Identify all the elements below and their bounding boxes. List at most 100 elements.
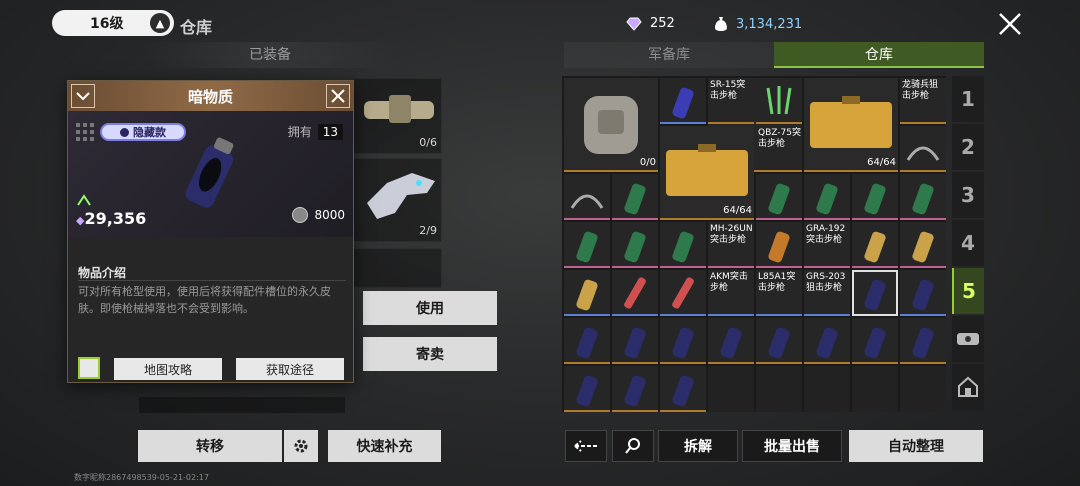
inventory-item[interactable] — [612, 366, 658, 412]
inventory-item-sr15[interactable]: SR-15突击步枪 — [708, 78, 754, 124]
inventory-item-akm[interactable]: AKM突击步枪 — [708, 270, 754, 316]
inventory-item[interactable] — [756, 174, 802, 220]
item-label: MH-26UN突击步枪 — [710, 224, 753, 245]
inventory-item-cable[interactable] — [900, 126, 946, 172]
auto-sort-button[interactable]: 自动整理 — [849, 430, 983, 462]
equip-slot-empty[interactable] — [352, 248, 442, 288]
inventory-item[interactable] — [804, 174, 850, 220]
inventory-item[interactable] — [660, 366, 706, 412]
rarity-badge: 隐藏款 — [100, 123, 186, 141]
quick-refill-button[interactable]: 快速补充 — [328, 430, 441, 462]
divider — [78, 280, 346, 281]
spray-can-icon — [672, 87, 694, 119]
side-tab-5[interactable]: 5 — [952, 268, 984, 314]
spray-can-icon — [768, 327, 790, 359]
inventory-item-qbz[interactable]: QBZ-75突击步枪 — [756, 126, 802, 172]
consign-button[interactable]: 寄卖 — [363, 337, 497, 371]
inventory-item[interactable] — [852, 222, 898, 268]
tab-armory[interactable]: 军备库 — [564, 42, 774, 68]
inventory-item-gold-case[interactable]: 64/64 — [804, 78, 898, 172]
inventory-item[interactable] — [612, 270, 658, 316]
popup-header: 暗物质 — [68, 81, 353, 111]
inventory-item[interactable] — [612, 174, 658, 220]
owned-count: 拥有 13 — [288, 123, 343, 140]
inventory-item-grs203[interactable]: GRS-203狙击步枪 — [804, 270, 850, 316]
inventory-item[interactable] — [900, 318, 946, 364]
inventory-item-gra192[interactable]: GRA-192突击步枪 — [804, 222, 850, 268]
spray-can-icon — [624, 327, 646, 359]
equip-slot-pet[interactable]: 2/9 — [352, 158, 442, 242]
empty-slot[interactable] — [852, 366, 898, 412]
sell-value: 8000 — [292, 207, 345, 223]
level-badge[interactable]: 16级 ▲ — [52, 10, 174, 36]
gear-button[interactable] — [284, 430, 318, 462]
side-tab-3[interactable]: 3 — [952, 172, 984, 218]
inventory-item-pins[interactable] — [756, 78, 802, 124]
inventory-item[interactable] — [564, 222, 610, 268]
owned-label: 拥有 — [287, 125, 312, 139]
inventory-item[interactable] — [900, 270, 946, 316]
inventory-item[interactable] — [852, 318, 898, 364]
inventory-item-selected[interactable] — [852, 270, 898, 316]
slot-count: 0/6 — [419, 136, 437, 149]
inventory-item-cable[interactable] — [564, 174, 610, 220]
cable-icon — [570, 194, 604, 209]
inventory-item-dragoon[interactable]: 龙骑兵狙击步枪 — [900, 78, 946, 124]
spray-can-icon — [576, 375, 598, 407]
inventory-item[interactable] — [756, 318, 802, 364]
collapse-button[interactable] — [71, 84, 95, 108]
side-tab-4[interactable]: 4 — [952, 220, 984, 266]
inventory-item-gold-case[interactable]: 64/64 — [660, 126, 754, 220]
popup-close-button[interactable] — [326, 84, 350, 108]
inventory-item[interactable] — [804, 318, 850, 364]
inventory-item[interactable] — [660, 78, 706, 124]
tab-warehouse[interactable]: 仓库 — [774, 42, 984, 68]
inventory-item[interactable] — [564, 270, 610, 316]
item-label: SR-15突击步枪 — [710, 80, 746, 101]
dismantle-button[interactable]: 拆解 — [658, 430, 738, 462]
empty-slot[interactable] — [756, 366, 802, 412]
get-source-button[interactable]: 获取途径 — [236, 358, 344, 380]
inventory-item[interactable] — [564, 318, 610, 364]
chat-icon[interactable] — [78, 357, 100, 379]
transfer-button[interactable]: 转移 — [138, 430, 282, 462]
inventory-item[interactable] — [708, 318, 754, 364]
equip-slot-belt[interactable]: 0/6 — [352, 78, 442, 154]
empty-slot[interactable] — [708, 366, 754, 412]
empty-slot[interactable] — [804, 366, 850, 412]
inventory-item[interactable] — [852, 174, 898, 220]
inventory-item[interactable] — [660, 270, 706, 316]
inventory-item[interactable] — [900, 222, 946, 268]
search-button[interactable] — [612, 430, 654, 462]
inventory-item[interactable] — [660, 318, 706, 364]
inventory-item[interactable] — [564, 366, 610, 412]
rarity-text: 隐藏款 — [133, 126, 166, 139]
map-guide-button[interactable]: 地图攻略 — [114, 358, 222, 380]
close-icon — [331, 89, 345, 103]
coin-icon — [292, 207, 309, 223]
inventory-item[interactable] — [660, 222, 706, 268]
inventory-item[interactable] — [612, 222, 658, 268]
empty-slot[interactable] — [900, 366, 946, 412]
spray-can-icon — [624, 183, 646, 215]
side-tab-special[interactable] — [952, 316, 984, 362]
inventory-item[interactable] — [900, 174, 946, 220]
inventory-item[interactable] — [612, 318, 658, 364]
side-tab-home[interactable] — [952, 364, 984, 410]
inventory-item-l85[interactable]: L85A1突击步枪 — [756, 270, 802, 316]
spray-can-icon — [672, 327, 694, 359]
back-button[interactable] — [565, 430, 607, 462]
spray-can-icon — [720, 327, 742, 359]
use-button[interactable]: 使用 — [363, 291, 497, 325]
close-icon[interactable] — [996, 10, 1024, 38]
item-label: 龙骑兵狙击步枪 — [902, 80, 939, 101]
inventory-item-mh26[interactable]: MH-26UN突击步枪 — [708, 222, 754, 268]
side-tab-1[interactable]: 1 — [952, 76, 984, 122]
inventory-item[interactable] — [756, 222, 802, 268]
grid-icon — [76, 123, 94, 141]
backpack-icon — [584, 96, 638, 154]
inventory-item-backpack[interactable]: 0/0 — [564, 78, 658, 172]
side-tab-2[interactable]: 2 — [952, 124, 984, 170]
bulk-sell-button[interactable]: 批量出售 — [742, 430, 842, 462]
level-up-icon[interactable]: ▲ — [150, 13, 170, 33]
